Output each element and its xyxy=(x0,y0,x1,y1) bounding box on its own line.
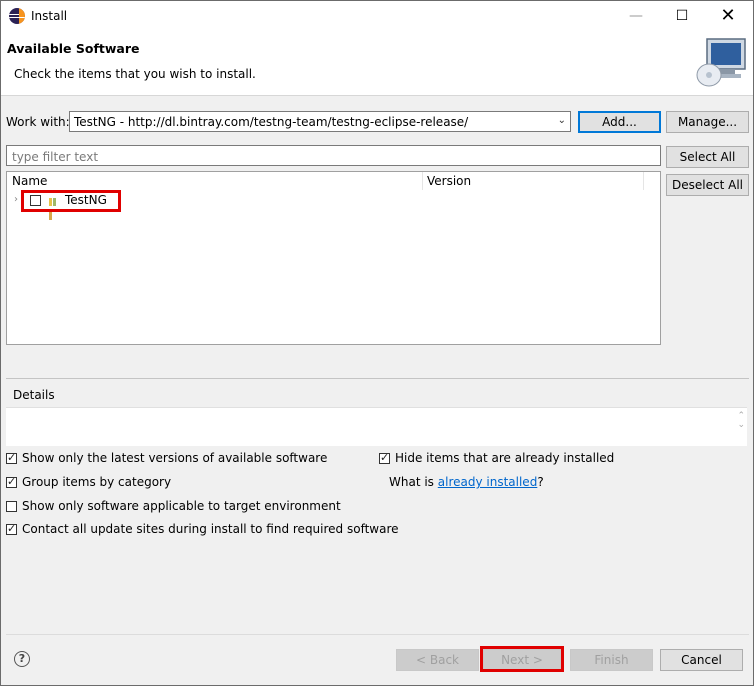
column-separator[interactable] xyxy=(643,172,644,190)
footer-divider xyxy=(6,634,749,635)
target-env-checkbox[interactable] xyxy=(6,501,17,512)
work-with-label: Work with: xyxy=(6,115,70,129)
divider xyxy=(6,378,749,379)
finish-button[interactable]: Finish xyxy=(570,649,653,671)
hide-installed-checkbox[interactable] xyxy=(379,451,390,464)
highlight-box-testng xyxy=(21,190,121,212)
title-bar: Install — ☐ ✕ xyxy=(1,1,753,31)
maximize-button[interactable]: ☐ xyxy=(659,1,705,31)
window-title: Install xyxy=(31,9,68,23)
what-is-suffix: ? xyxy=(537,475,544,489)
already-installed-link[interactable]: already installed xyxy=(438,475,538,489)
software-tree[interactable]: Name Version › TestNG xyxy=(6,171,661,345)
column-header-version[interactable]: Version xyxy=(427,174,471,188)
group-by-category-checkbox[interactable] xyxy=(6,475,17,488)
details-scroll-arrows-icon[interactable]: ⌃ ⌄ xyxy=(737,412,745,430)
column-header-name[interactable]: Name xyxy=(12,174,47,188)
eclipse-icon xyxy=(9,8,25,24)
column-separator[interactable] xyxy=(422,172,423,190)
details-label: Details xyxy=(13,388,55,402)
group-by-category-label: Group items by category xyxy=(22,475,172,489)
contact-sites-label: Contact all update sites during install … xyxy=(22,522,399,536)
what-is-installed-line: What is already installed? xyxy=(389,475,544,489)
deselect-all-button[interactable]: Deselect All xyxy=(666,174,749,196)
select-all-button[interactable]: Select All xyxy=(666,146,749,168)
install-dialog: Install — ☐ ✕ Available Software Check t… xyxy=(0,0,754,686)
wizard-header: Available Software Check the items that … xyxy=(1,31,753,96)
minimize-button[interactable]: — xyxy=(613,1,659,31)
page-title: Available Software xyxy=(7,41,140,56)
page-subtitle: Check the items that you wish to install… xyxy=(14,67,256,81)
back-button[interactable]: < Back xyxy=(396,649,479,671)
expand-arrow-icon[interactable]: › xyxy=(14,194,18,205)
what-is-prefix: What is xyxy=(389,475,434,489)
manage-button[interactable]: Manage... xyxy=(666,111,749,133)
filter-field[interactable] xyxy=(6,145,661,166)
target-env-label: Show only software applicable to target … xyxy=(22,499,341,513)
chevron-down-icon[interactable]: ⌄ xyxy=(558,115,566,126)
help-icon[interactable]: ? xyxy=(14,651,30,667)
close-button[interactable]: ✕ xyxy=(705,1,751,31)
add-button[interactable]: Add... xyxy=(578,111,661,133)
latest-versions-checkbox[interactable] xyxy=(6,451,17,464)
work-with-value: TestNG - http://dl.bintray.com/testng-te… xyxy=(74,115,469,129)
cancel-button[interactable]: Cancel xyxy=(660,649,743,671)
latest-versions-label: Show only the latest versions of availab… xyxy=(22,451,328,465)
work-with-combo[interactable]: TestNG - http://dl.bintray.com/testng-te… xyxy=(69,111,571,132)
install-banner-icon xyxy=(696,38,746,87)
contact-sites-checkbox[interactable] xyxy=(6,522,17,535)
filter-input[interactable] xyxy=(10,147,654,166)
details-area[interactable]: ⌃ ⌄ xyxy=(6,407,747,446)
hide-installed-label: Hide items that are already installed xyxy=(395,451,615,465)
highlight-box-next xyxy=(480,646,564,672)
